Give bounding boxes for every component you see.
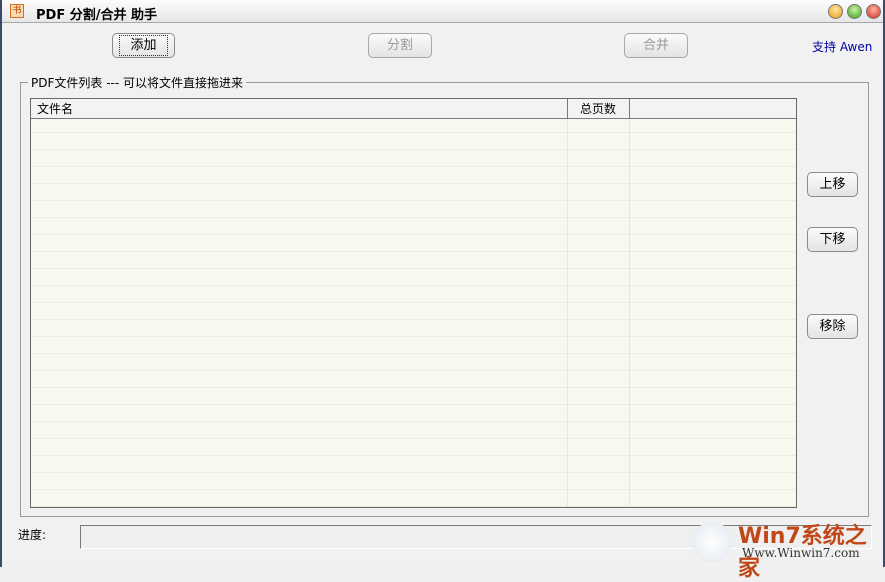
move-up-button[interactable]: 上移 <box>807 172 858 197</box>
column-header-pages[interactable]: 总页数 <box>568 99 630 119</box>
merge-button[interactable]: 合并 <box>624 33 688 58</box>
progress-label: 进度: <box>18 528 47 542</box>
maximize-button[interactable] <box>847 4 862 19</box>
column-header-filename[interactable]: 文件名 <box>31 99 568 119</box>
move-down-button[interactable]: 下移 <box>807 227 858 252</box>
file-list-group-label: PDF文件列表 --- 可以将文件直接拖进来 <box>28 74 246 91</box>
support-link[interactable]: 支持 Awen <box>812 38 872 55</box>
column-divider <box>629 119 630 507</box>
close-button[interactable] <box>866 4 881 19</box>
remove-button[interactable]: 移除 <box>807 314 858 339</box>
window-title: PDF 分割/合并 助手 <box>36 8 157 23</box>
app-icon: 书 <box>10 4 24 18</box>
minimize-button[interactable] <box>828 4 843 19</box>
split-button[interactable]: 分割 <box>368 33 432 58</box>
file-table[interactable]: 文件名 总页数 <box>30 98 797 508</box>
column-divider <box>567 119 568 507</box>
title-bar: 书 PDF 分割/合并 助手 <box>2 0 883 23</box>
table-header: 文件名 总页数 <box>31 99 796 119</box>
progress-bar <box>80 525 872 549</box>
app-window: 书 PDF 分割/合并 助手 添加 分割 合并 支持 Awen PDF文件列表 … <box>0 0 885 581</box>
add-button[interactable]: 添加 <box>112 33 175 58</box>
